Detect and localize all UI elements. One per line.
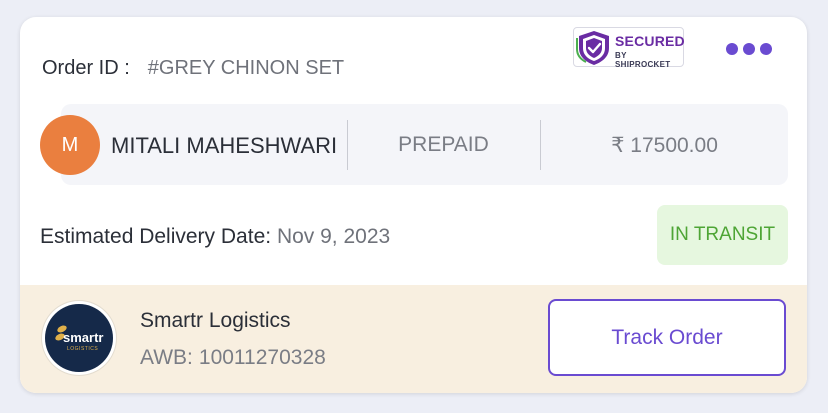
order-id-value: #GREY CHINON SET [147, 57, 345, 79]
track-order-button[interactable]: Track Order [548, 299, 786, 376]
courier-logo-text: smartr [63, 330, 104, 345]
order-id-label: Order ID : [42, 57, 130, 79]
dot [760, 43, 772, 55]
avatar: M [40, 115, 100, 175]
secured-badge-title: SECURED [615, 33, 685, 49]
payment-mode: PREPAID [398, 133, 489, 156]
order-amount: ₹ 17500.00 [611, 134, 718, 157]
estimated-delivery-label: Estimated Delivery Date: [40, 225, 272, 248]
secured-badge: SECURED BY SHIPROCKET [573, 27, 685, 69]
awb: AWB: 10011270328 [140, 346, 326, 370]
shipping-footer: smartr LOGISTICS Smartr Logistics AWB: 10… [20, 285, 807, 393]
more-dots-icon[interactable] [726, 43, 772, 55]
shield-check-icon [576, 31, 609, 65]
status-badge: IN TRANSIT [657, 205, 788, 265]
awb-number: 10011270328 [198, 346, 326, 369]
awb-label: AWB: [140, 346, 193, 369]
order-card: Order ID : #GREY CHINON SET SECURED BY SH… [20, 17, 807, 393]
order-id-row: Order ID : #GREY CHINON SET [42, 57, 344, 80]
estimated-delivery-date: Nov 9, 2023 [276, 225, 391, 248]
estimated-delivery: Estimated Delivery Date: Nov 9, 2023 [40, 225, 390, 249]
courier-logo: smartr LOGISTICS [42, 301, 116, 375]
dot [726, 43, 738, 55]
courier-name: Smartr Logistics [140, 309, 291, 332]
customer-name: MITALI MAHESHWARI [111, 133, 338, 158]
courier-logo-subtext: LOGISTICS [67, 346, 99, 352]
dot [743, 43, 755, 55]
secured-badge-subtitle: BY SHIPROCKET [615, 51, 671, 69]
